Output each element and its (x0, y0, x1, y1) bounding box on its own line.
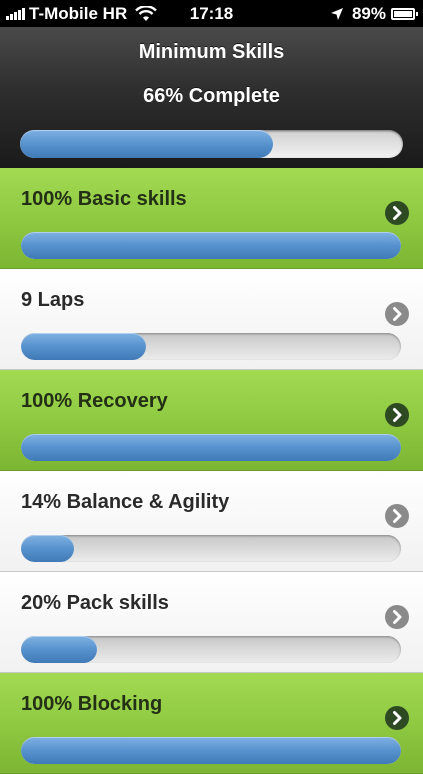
location-arrow-icon (330, 7, 343, 20)
chevron-right-icon[interactable] (385, 403, 409, 427)
battery-icon (391, 7, 418, 20)
skill-row-4[interactable]: 20% Pack skills (0, 572, 423, 673)
status-bar: T-Mobile HR 17:18 89% (0, 0, 423, 27)
skill-label: 100% Blocking (21, 693, 163, 715)
skill-progress-fill (21, 535, 75, 562)
skill-progress-bar (21, 737, 401, 764)
overall-progress-bar (20, 130, 403, 158)
skill-progress-fill (21, 333, 147, 360)
chevron-right-icon[interactable] (385, 605, 409, 629)
skill-progress-bar (21, 535, 401, 562)
chevron-right-icon[interactable] (385, 706, 409, 730)
skill-row-2[interactable]: 100% Recovery (0, 370, 423, 471)
skill-label: 20% Pack skills (21, 592, 169, 614)
skill-row-1[interactable]: 9 Laps (0, 269, 423, 370)
chevron-right-icon[interactable] (385, 201, 409, 225)
skill-progress-fill (21, 737, 401, 764)
skill-row-0[interactable]: 100% Basic skills (0, 168, 423, 269)
skill-row-5[interactable]: 100% Blocking (0, 673, 423, 774)
overall-progress-fill (20, 130, 273, 158)
skill-progress-fill (21, 636, 97, 663)
skill-progress-bar (21, 333, 401, 360)
skill-label: 100% Basic skills (21, 188, 187, 210)
skill-row-3[interactable]: 14% Balance & Agility (0, 471, 423, 572)
battery-fill (394, 10, 412, 17)
status-right: 89% (330, 3, 418, 23)
skill-list: 100% Basic skills 9 Laps 100% Recovery 1… (0, 168, 423, 774)
skill-label: 100% Recovery (21, 390, 168, 412)
skill-label: 14% Balance & Agility (21, 491, 230, 513)
skill-progress-bar (21, 636, 401, 663)
skill-progress-fill (21, 232, 401, 259)
chevron-right-icon[interactable] (385, 504, 409, 528)
skill-progress-bar (21, 434, 401, 461)
skill-progress-fill (21, 434, 401, 461)
page-title: Minimum Skills (138, 41, 285, 63)
chevron-right-icon[interactable] (385, 302, 409, 326)
header: Minimum Skills 66% Complete (0, 27, 423, 168)
skill-label: 9 Laps (21, 289, 85, 311)
battery-percent: 89% (351, 3, 386, 23)
skill-progress-bar (21, 232, 401, 259)
completion-text: 66% Complete (143, 85, 280, 107)
